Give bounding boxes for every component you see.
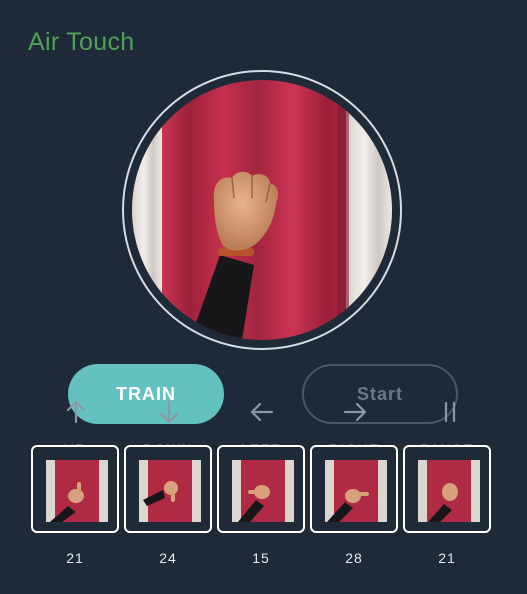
sample-image [418, 460, 480, 522]
webcam-image [132, 80, 392, 340]
gesture-sample-up[interactable] [31, 445, 119, 533]
arrow-left-icon [250, 402, 274, 422]
gesture-sample-pause[interactable] [403, 445, 491, 533]
sample-count-right: 28 [345, 550, 363, 566]
pause-icon [444, 401, 456, 423]
sample-image [325, 460, 387, 522]
gesture-sample-right[interactable] [310, 445, 398, 533]
app-title: Air Touch [28, 28, 135, 56]
gesture-sample-left[interactable] [217, 445, 305, 533]
arrow-right-icon [343, 402, 367, 422]
sample-count-down: 24 [159, 550, 177, 566]
webcam-preview [132, 80, 392, 340]
sample-count-up: 21 [66, 550, 84, 566]
sample-image [232, 460, 294, 522]
webcam-frame [122, 70, 402, 350]
arrow-down-icon [159, 400, 179, 424]
start-button[interactable]: Start [302, 364, 458, 424]
sample-image [46, 460, 108, 522]
train-button[interactable]: TRAIN [68, 364, 224, 424]
sample-count-pause: 21 [438, 550, 456, 566]
arrow-up-icon [66, 400, 86, 424]
gesture-sample-down[interactable] [124, 445, 212, 533]
sample-image [139, 460, 201, 522]
sample-count-left: 15 [252, 550, 270, 566]
